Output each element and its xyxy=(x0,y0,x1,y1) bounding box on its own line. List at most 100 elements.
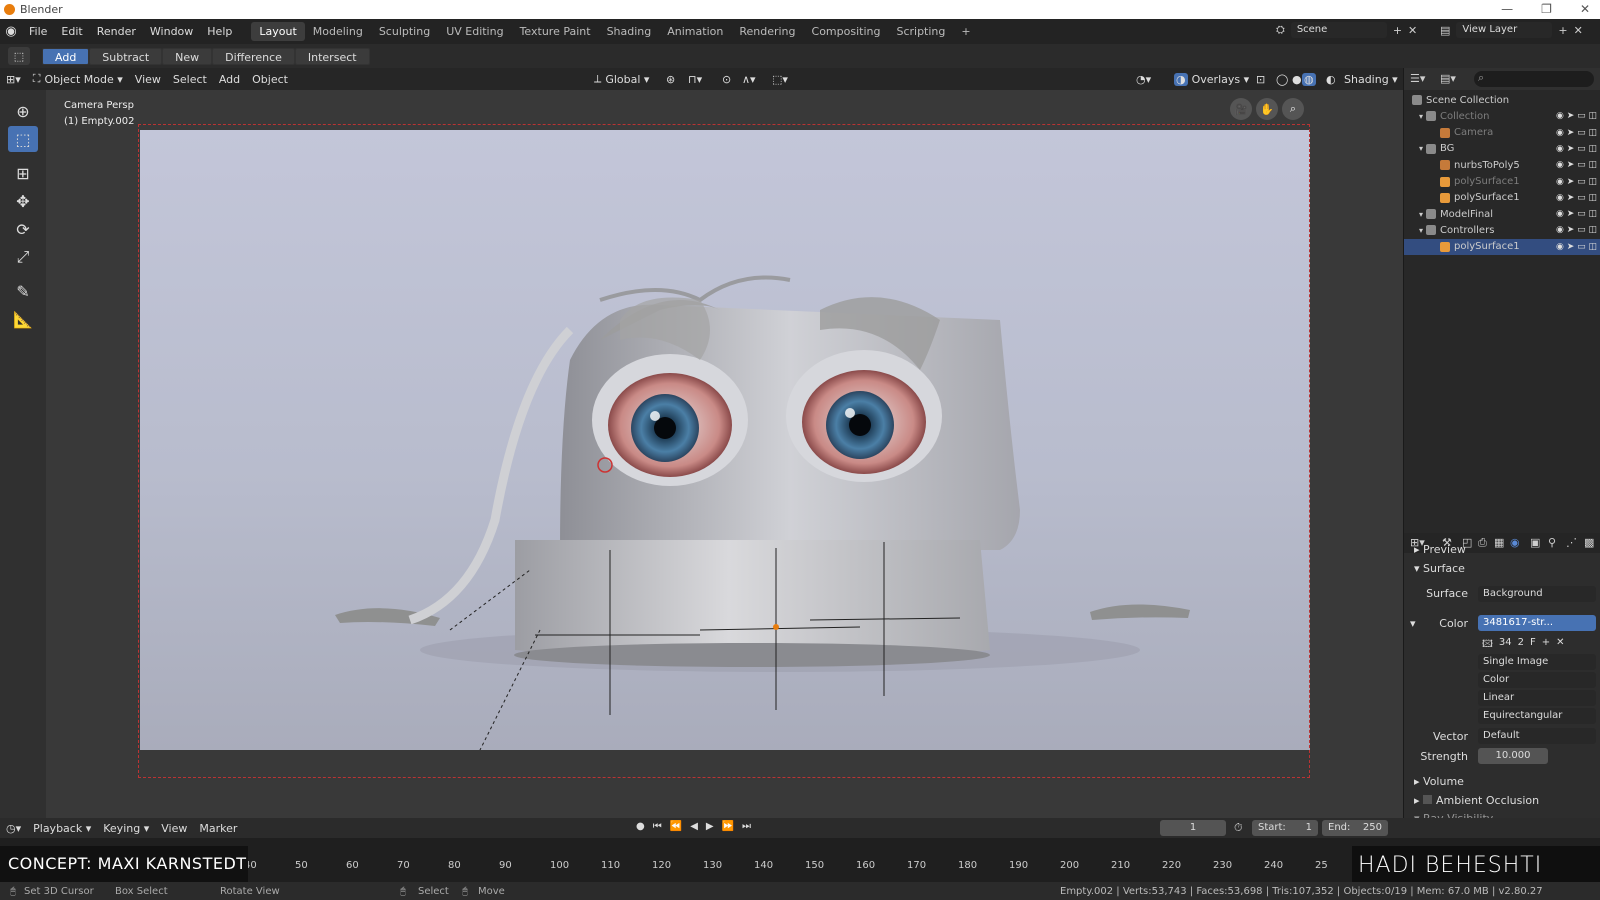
view-layer-tab-icon[interactable]: ▦ xyxy=(1494,536,1504,549)
tab-compositing[interactable]: Compositing xyxy=(804,22,889,41)
mode-difference-button[interactable]: Difference xyxy=(212,47,295,65)
vector-field[interactable]: Default xyxy=(1478,728,1596,744)
ao-checkbox[interactable] xyxy=(1423,795,1433,804)
strength-field[interactable]: 10.000 xyxy=(1478,748,1548,764)
menu-edit[interactable]: Edit xyxy=(54,25,89,38)
play-reverse-icon[interactable]: ◀ xyxy=(690,821,698,832)
camera-view-icon[interactable]: 🎥 xyxy=(1230,98,1252,120)
view-layer-icon[interactable]: ▤ xyxy=(1440,24,1450,37)
outliner-row[interactable]: polySurface1 ◉ ➤ ▭ ◫ xyxy=(1404,190,1600,206)
section-volume[interactable]: ▸ Volume xyxy=(1414,775,1464,788)
end-frame-field[interactable]: End: 250 xyxy=(1322,820,1388,836)
add-workspace-button[interactable]: + xyxy=(953,22,978,41)
visibility-toggles[interactable]: ◉ ➤ ▭ ◫ xyxy=(1556,160,1597,170)
unlink-image-icon[interactable]: ✕ xyxy=(1556,637,1564,654)
new-scene-icon[interactable]: + xyxy=(1393,24,1402,37)
menu-timeline-view[interactable]: View xyxy=(155,822,193,835)
jump-end-icon[interactable]: ⏭ xyxy=(742,821,751,832)
menu-keying[interactable]: Keying ▾ xyxy=(97,822,155,835)
outliner-row[interactable]: ▾ Collection ◉ ➤ ▭ ◫ xyxy=(1404,108,1600,124)
color-space-dropdown[interactable]: Color xyxy=(1478,672,1596,688)
menu-help[interactable]: Help xyxy=(200,25,239,38)
gizmo-toggle-icon[interactable]: ⬚▾ xyxy=(766,73,794,86)
world-tab-icon[interactable]: ◉ xyxy=(1510,536,1520,549)
tab-sculpting[interactable]: Sculpting xyxy=(371,22,438,41)
proportional-edit-icon[interactable]: ⊙ xyxy=(716,73,737,86)
record-icon[interactable]: ● xyxy=(636,821,645,832)
transform-tool-icon[interactable]: ⊞ xyxy=(8,160,38,186)
transform-orientation-dropdown[interactable]: ⟂ Global ▾ xyxy=(588,72,655,86)
tab-uv-editing[interactable]: UV Editing xyxy=(438,22,511,41)
timeline-editor-icon[interactable]: ◷▾ xyxy=(0,822,27,835)
delete-view-layer-icon[interactable]: ✕ xyxy=(1574,24,1583,37)
display-mode-icon[interactable]: ▤▾ xyxy=(1440,72,1456,85)
rotate-tool-icon[interactable]: ⟳ xyxy=(8,216,38,242)
visibility-icon[interactable]: ◔▾ xyxy=(1130,73,1157,86)
mode-new-button[interactable]: New xyxy=(162,47,213,65)
current-frame-field[interactable]: 1 xyxy=(1160,820,1226,836)
outliner-row[interactable]: nurbsToPoly5 ◉ ➤ ▭ ◫ xyxy=(1404,157,1600,173)
surface-shader-field[interactable]: Background xyxy=(1478,586,1596,602)
visibility-toggles[interactable]: ◉ ➤ ▭ ◫ xyxy=(1556,225,1597,235)
tab-scripting[interactable]: Scripting xyxy=(888,22,953,41)
object-tab-icon[interactable]: ▣ xyxy=(1530,536,1540,549)
output-tab-icon[interactable]: ⎙ xyxy=(1478,536,1487,550)
scale-tool-icon[interactable]: ⤢ xyxy=(8,244,38,270)
image-source-dropdown[interactable]: Single Image xyxy=(1478,654,1596,670)
select-box-tool-icon[interactable]: ⬚ xyxy=(8,47,30,65)
color-texture-field[interactable]: 3481617-str... xyxy=(1478,615,1596,631)
color-expand-icon[interactable]: ▾ xyxy=(1410,617,1416,630)
mode-add-button[interactable]: Add xyxy=(42,47,90,65)
menu-object[interactable]: Object xyxy=(246,73,294,86)
play-icon[interactable]: ▶ xyxy=(706,821,714,832)
expand-arrow-icon[interactable]: ▾ xyxy=(1404,144,1426,153)
visibility-toggles[interactable]: ◉ ➤ ▭ ◫ xyxy=(1556,128,1597,138)
mode-intersect-button[interactable]: Intersect xyxy=(294,47,370,65)
visibility-toggles[interactable]: ◉ ➤ ▭ ◫ xyxy=(1556,193,1597,203)
outliner-row[interactable]: polySurface1 ◉ ➤ ▭ ◫ xyxy=(1404,238,1600,255)
visibility-toggles[interactable]: ◉ ➤ ▭ ◫ xyxy=(1556,242,1597,252)
next-keyframe-icon[interactable]: ⏩ xyxy=(722,821,734,832)
tab-shading[interactable]: Shading xyxy=(599,22,660,41)
tab-texture-paint[interactable]: Texture Paint xyxy=(512,22,599,41)
snap-icon[interactable]: ⊓▾ xyxy=(682,73,708,86)
minimize-icon[interactable]: — xyxy=(1501,2,1513,16)
visibility-toggles[interactable]: ◉ ➤ ▭ ◫ xyxy=(1556,111,1597,121)
scene-icon[interactable]: ⛭ xyxy=(1276,23,1285,37)
expand-arrow-icon[interactable]: ▾ xyxy=(1404,226,1426,235)
material-shading-icon[interactable]: ◍ xyxy=(1302,72,1316,86)
outliner-row[interactable]: ▾ BG ◉ ➤ ▭ ◫ xyxy=(1404,141,1600,157)
outliner-row[interactable]: Camera ◉ ➤ ▭ ◫ xyxy=(1404,125,1600,141)
section-surface[interactable]: ▾ Surface xyxy=(1414,562,1465,575)
blender-menu-icon[interactable]: ◉ xyxy=(0,24,22,39)
move-tool-icon[interactable]: ✥ xyxy=(8,188,38,214)
measure-tool-icon[interactable]: 📐 xyxy=(8,306,38,332)
jump-start-icon[interactable]: ⏮ xyxy=(653,821,662,832)
falloff-icon[interactable]: ∧▾ xyxy=(736,73,762,86)
shading-dropdown[interactable]: Shading ▾ xyxy=(1338,73,1404,86)
pivot-icon[interactable]: ⊛ xyxy=(660,73,681,86)
outliner-editor-icon[interactable]: ☰▾ xyxy=(1410,72,1425,85)
fake-user-toggle[interactable]: F xyxy=(1530,637,1536,654)
expand-arrow-icon[interactable]: ▾ xyxy=(1404,112,1426,121)
restore-icon[interactable]: ❐ xyxy=(1541,2,1552,16)
menu-view[interactable]: View xyxy=(129,73,167,86)
start-frame-field[interactable]: Start: 1 xyxy=(1252,820,1318,836)
interpolation-dropdown[interactable]: Linear xyxy=(1478,690,1596,706)
outliner-row[interactable]: ▾ Controllers ◉ ➤ ▭ ◫ xyxy=(1404,222,1600,238)
close-icon[interactable]: ✕ xyxy=(1580,2,1590,16)
tab-animation[interactable]: Animation xyxy=(659,22,731,41)
menu-add[interactable]: Add xyxy=(213,73,246,86)
menu-marker[interactable]: Marker xyxy=(193,822,243,835)
outliner-row[interactable]: ▾ ModelFinal ◉ ➤ ▭ ◫ xyxy=(1404,206,1600,222)
tab-layout[interactable]: Layout xyxy=(251,22,305,41)
outliner-search-input[interactable]: ⌕ xyxy=(1474,71,1594,87)
section-preview[interactable]: ▸ Preview xyxy=(1414,543,1466,556)
menu-file[interactable]: File xyxy=(22,25,54,38)
image-browse-icon[interactable]: 🖾 xyxy=(1482,637,1493,654)
object-mode-dropdown[interactable]: ⛶ Object Mode ▾ xyxy=(27,72,129,86)
outliner-row[interactable]: polySurface1 ◉ ➤ ▭ ◫ xyxy=(1404,174,1600,190)
constraints-tab-icon[interactable]: ⚲ xyxy=(1548,536,1556,549)
menu-render[interactable]: Render xyxy=(90,25,143,38)
3d-viewport[interactable]: Camera Persp (1) Empty.002 🎥 ✋ ⌕ xyxy=(46,90,1403,818)
